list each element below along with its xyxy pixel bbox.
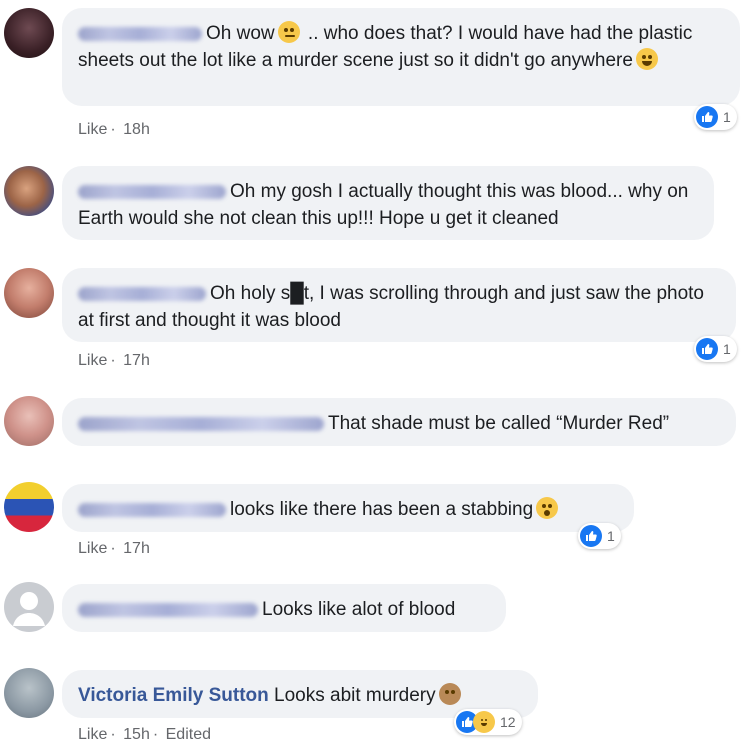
reaction-count: 1	[723, 341, 731, 357]
like-link[interactable]: Like	[78, 352, 107, 369]
avatar[interactable]	[4, 8, 54, 58]
like-link[interactable]: Like	[78, 726, 107, 743]
see-no-evil-monkey-icon	[438, 683, 461, 705]
comment-meta: Like · 15h · Edited	[78, 726, 214, 744]
timestamp[interactable]: 17h	[123, 540, 150, 557]
avatar[interactable]	[4, 668, 54, 718]
default-profile-icon	[13, 592, 45, 626]
comment-text: looks like there has been a stabbing	[230, 499, 534, 520]
timestamp[interactable]: 17h	[123, 352, 150, 369]
like-reaction-icon	[696, 338, 718, 360]
blurred-author-name[interactable]	[78, 286, 206, 301]
blurred-author-name[interactable]	[78, 184, 226, 199]
like-link[interactable]: Like	[78, 540, 107, 557]
comment-meta: Like · 17h	[78, 352, 153, 370]
like-reaction-icon	[696, 106, 718, 128]
like-link[interactable]: Like	[78, 121, 107, 138]
avatar[interactable]	[4, 482, 54, 532]
author-name[interactable]: Victoria Emily Sutton	[78, 685, 269, 706]
reaction-summary[interactable]: 1	[694, 336, 737, 362]
comment-bubble: looks like there has been a stabbing	[62, 484, 634, 532]
comment-meta: Like · 17h	[78, 540, 153, 558]
meta-separator: ·	[110, 540, 116, 557]
reaction-count: 12	[500, 714, 516, 730]
comment-bubble: That shade must be called “Murder Red”	[62, 398, 736, 446]
blurred-author-name[interactable]	[78, 26, 202, 41]
blurred-author-name[interactable]	[78, 602, 258, 617]
timestamp[interactable]: 18h	[123, 121, 150, 138]
meta-separator: ·	[110, 121, 116, 138]
comment-bubble: Oh wow .. who does that? I would have ha…	[62, 8, 740, 106]
comment-text: That shade must be called “Murder Red”	[328, 413, 670, 434]
laughing-face-icon	[635, 48, 658, 70]
reaction-summary[interactable]: 12	[454, 709, 522, 735]
avatar[interactable]	[4, 582, 54, 632]
meta-separator: ·	[152, 726, 159, 743]
avatar[interactable]	[4, 166, 54, 216]
avatar[interactable]	[4, 268, 54, 318]
comment-text-part-1: Oh wow	[206, 23, 275, 44]
comment-meta: Like · 18h	[78, 121, 153, 139]
reaction-summary[interactable]: 1	[578, 523, 621, 549]
comment-text: Looks abit murdery	[268, 685, 436, 706]
comment-bubble: Oh holy s█t, I was scrolling through and…	[62, 268, 736, 342]
avatar[interactable]	[4, 396, 54, 446]
meta-separator: ·	[110, 726, 116, 743]
reaction-summary[interactable]: 1	[694, 104, 737, 130]
reaction-count: 1	[607, 528, 615, 544]
blurred-author-name[interactable]	[78, 502, 226, 517]
reaction-count: 1	[723, 109, 731, 125]
blurred-author-name[interactable]	[78, 416, 324, 431]
haha-reaction-icon	[473, 711, 495, 733]
comment-bubble: Looks like alot of blood	[62, 584, 506, 632]
thinking-face-icon	[277, 21, 300, 43]
comment-text: Looks like alot of blood	[262, 599, 456, 620]
meta-separator: ·	[110, 352, 116, 369]
like-reaction-icon	[580, 525, 602, 547]
timestamp[interactable]: 15h	[123, 726, 150, 743]
comment-bubble: Oh my gosh I actually thought this was b…	[62, 166, 714, 240]
edited-label[interactable]: Edited	[166, 726, 211, 743]
wow-face-icon	[536, 497, 559, 519]
